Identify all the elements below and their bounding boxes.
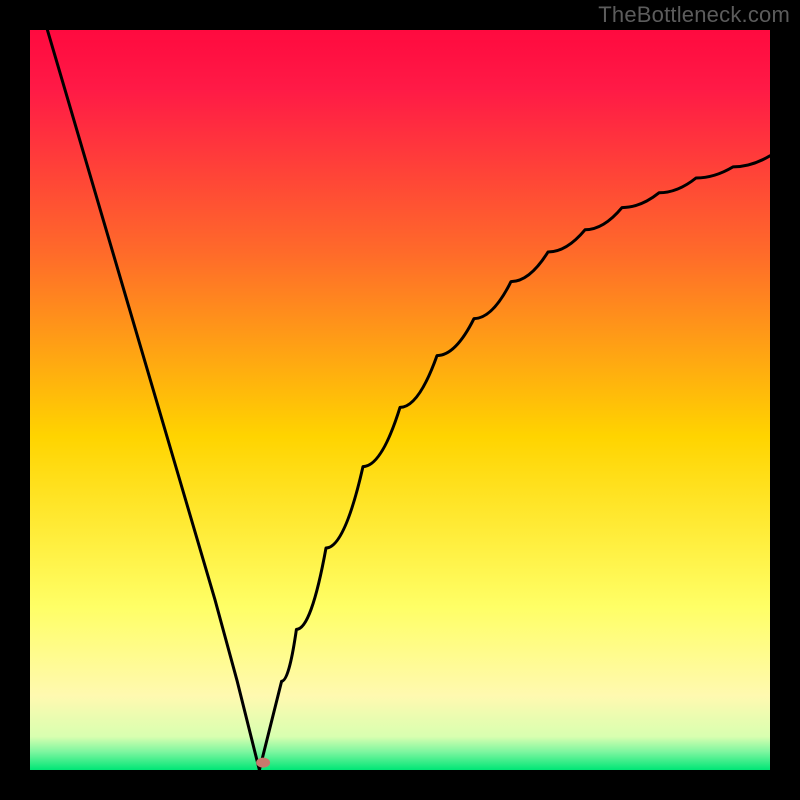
chart-svg — [30, 30, 770, 770]
gradient-background — [30, 30, 770, 770]
watermark-text: TheBottleneck.com — [598, 2, 790, 28]
optimal-point-marker — [256, 758, 270, 768]
chart-frame: TheBottleneck.com — [0, 0, 800, 800]
plot-area — [30, 30, 770, 770]
